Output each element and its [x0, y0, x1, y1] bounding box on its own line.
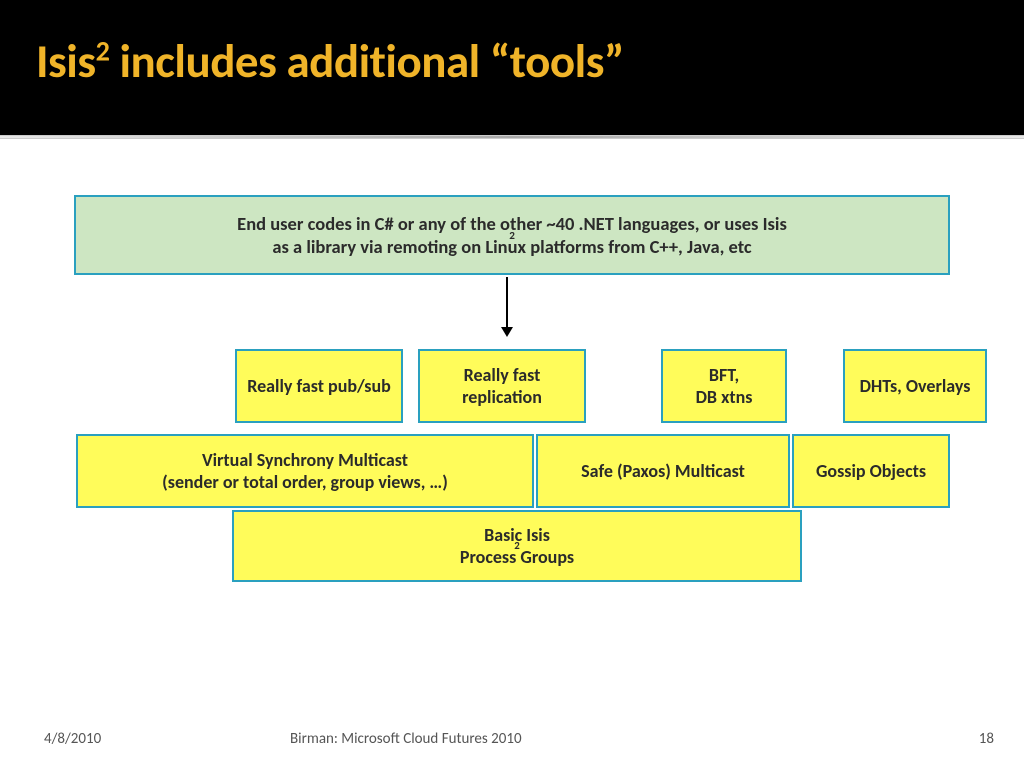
box-replication: Really fast replication: [418, 349, 586, 423]
slide-footer: 4/8/2010 Birman: Microsoft Cloud Futures…: [0, 730, 1024, 754]
slide-title: Isis2 includes additional “tools”: [36, 32, 988, 90]
box-pubsub: Really fast pub/sub: [235, 349, 403, 423]
top-description-box: End user codes in C# or any of the other…: [74, 195, 950, 275]
box-gossip: Gossip Objects: [792, 434, 950, 508]
title-bar: Isis2 includes additional “tools”: [0, 0, 1024, 135]
box-basic-process-groups: Basic Isis2 Process Groups: [232, 510, 802, 582]
box-dhts: DHTs, Overlays: [843, 349, 987, 423]
box-safe-paxos: Safe (Paxos) Multicast: [536, 434, 790, 508]
arrow-down-icon: [506, 277, 508, 327]
diagram-area: End user codes in C# or any of the other…: [0, 139, 1024, 699]
footer-date: 4/8/2010: [44, 730, 101, 748]
arrow-head-icon: [501, 327, 513, 337]
footer-page-number: 18: [979, 730, 994, 748]
slide: Isis2 includes additional “tools” End us…: [0, 0, 1024, 768]
footer-author: Birman: Microsoft Cloud Futures 2010: [290, 730, 522, 748]
box-bft: BFT, DB xtns: [661, 349, 787, 423]
box-virtual-synchrony: Virtual Synchrony Multicast (sender or t…: [76, 434, 534, 508]
